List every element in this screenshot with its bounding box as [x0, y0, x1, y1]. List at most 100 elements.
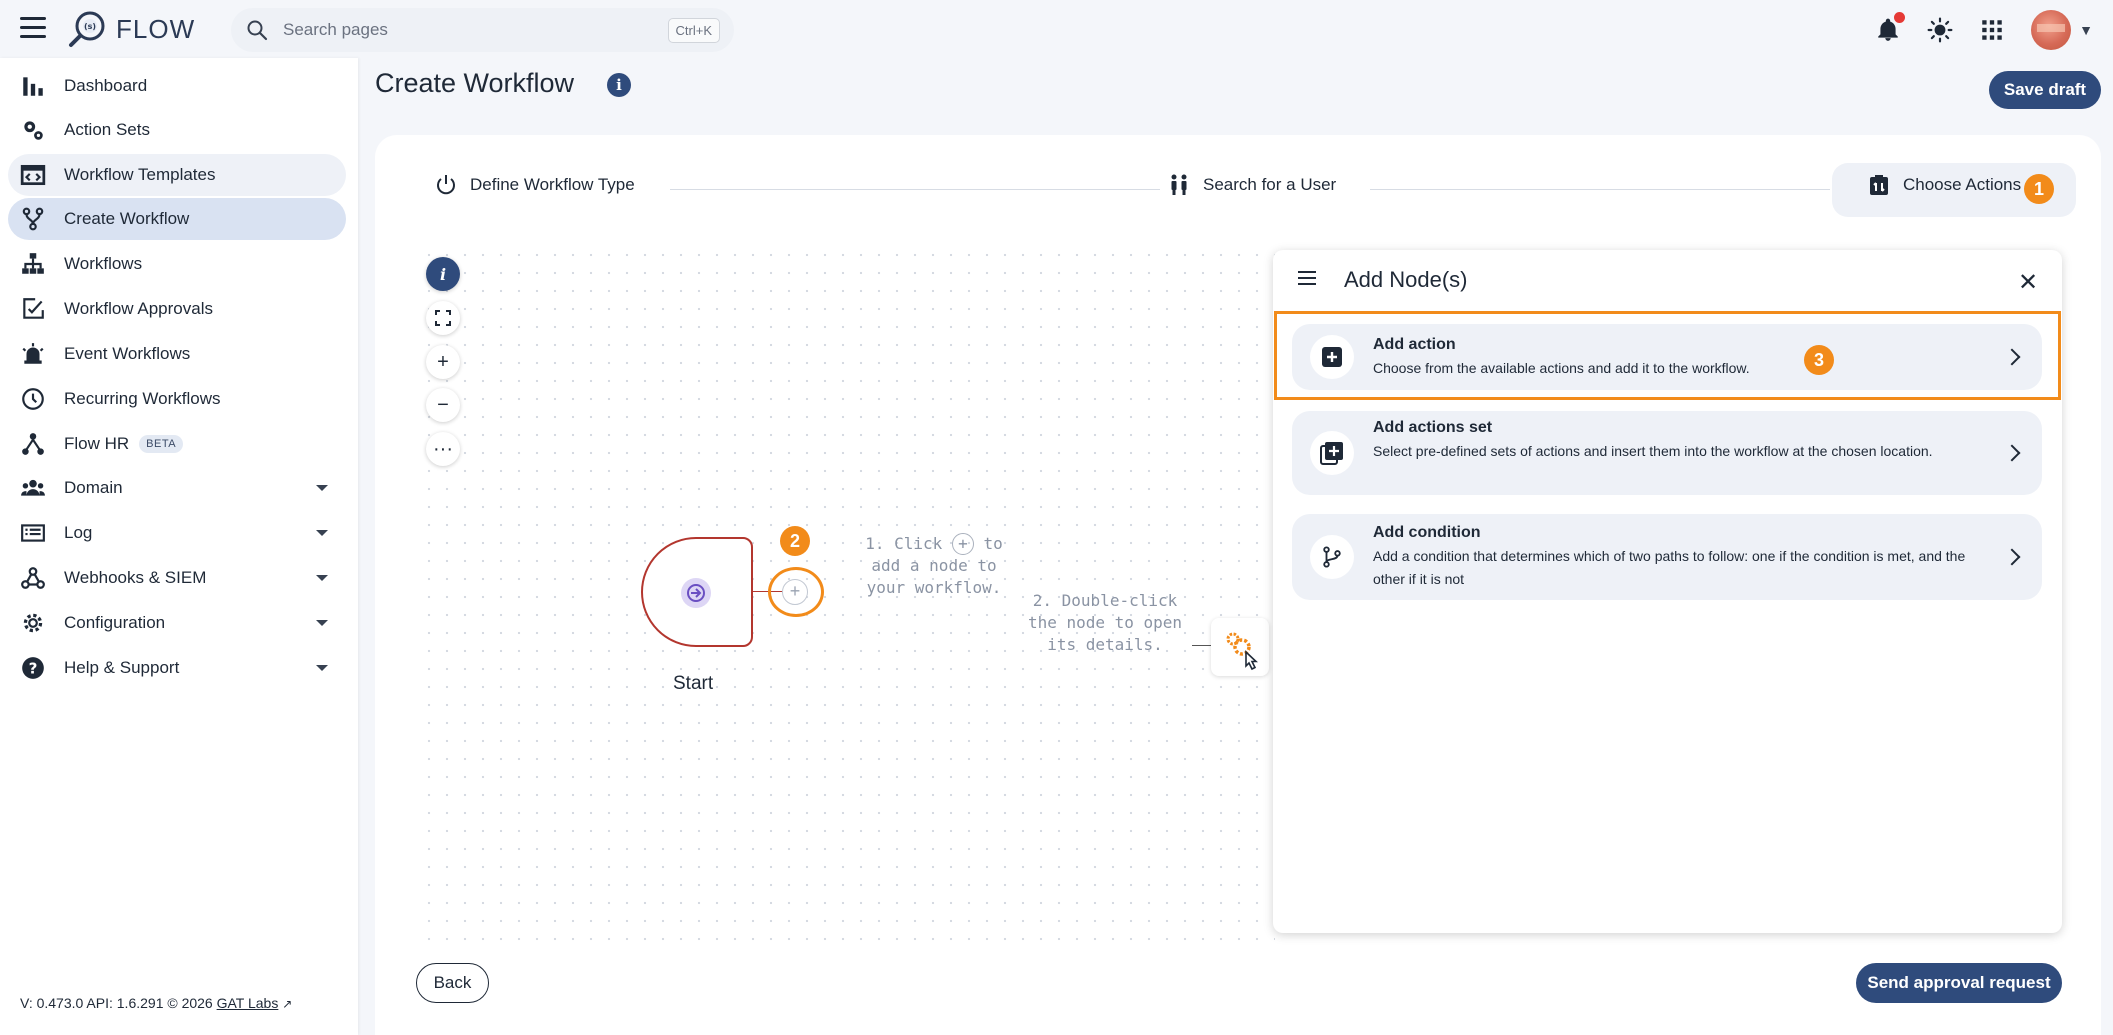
sitemap-icon	[22, 253, 44, 274]
hint-text: your workflow.	[866, 578, 1002, 597]
webhook-icon	[21, 567, 45, 589]
add-node-plus-icon[interactable]: +	[782, 579, 808, 605]
version-text: V: 0.473.0 API: 1.6.291 © 2026	[20, 995, 217, 1011]
svg-text:(s): (s)	[84, 22, 96, 31]
branch-icon	[22, 207, 44, 231]
example-action-node[interactable]	[1211, 618, 1269, 676]
top-bar: (s) FLOW Ctrl+K ▼	[0, 0, 2113, 58]
chevron-down-icon	[316, 665, 328, 671]
avatar[interactable]	[2031, 10, 2072, 50]
stepper-connector	[670, 189, 1160, 190]
sidebar-item-label: Configuration	[64, 613, 166, 632]
clock-icon	[22, 388, 44, 410]
users-icon	[21, 479, 45, 496]
hint-text: add a node to	[871, 556, 997, 575]
app-logo[interactable]: (s) FLOW	[68, 9, 195, 49]
help-icon: ?	[22, 657, 44, 679]
callout-badge-3: 3	[1804, 345, 1834, 375]
people-icon	[1171, 174, 1187, 195]
template-icon	[20, 164, 46, 186]
chevron-down-icon	[316, 485, 328, 491]
gears-icon	[24, 121, 43, 140]
hand-cursor-icon	[1245, 650, 1259, 671]
callout-highlight	[1274, 311, 2061, 400]
chevron-down-icon	[316, 575, 328, 581]
bar-chart-icon	[23, 77, 43, 96]
apps-grid-icon[interactable]	[1979, 17, 2005, 43]
sidebar: Dashboard Action Sets Workflow Templates…	[0, 58, 358, 1035]
search-bar[interactable]: Ctrl+K	[231, 8, 734, 52]
drag-handle-icon[interactable]	[1298, 271, 1316, 285]
stepper-connector	[1370, 189, 1830, 190]
sidebar-item-workflow-approvals[interactable]: Workflow Approvals	[8, 288, 346, 330]
sidebar-item-flow-hr[interactable]: Flow HR BETA	[8, 423, 346, 465]
step-define-workflow-type[interactable]: Define Workflow Type	[434, 173, 635, 197]
arrow-right-icon	[681, 578, 711, 608]
add-actions-set-option[interactable]: Add actions set Select pre-defined sets …	[1292, 411, 2042, 495]
sidebar-item-label: Action Sets	[64, 120, 150, 139]
sidebar-item-label: Workflow Approvals	[64, 299, 213, 318]
sidebar-item-label: Flow HR	[64, 434, 130, 453]
option-description: Add a condition that determines which of…	[1373, 548, 1966, 587]
sidebar-item-label: Log	[64, 523, 93, 542]
menu-icon[interactable]	[20, 17, 46, 41]
step-label: Define Workflow Type	[470, 175, 635, 194]
save-draft-button[interactable]: Save draft	[1989, 71, 2101, 109]
sidebar-item-label: Webhooks & SIEM	[64, 568, 207, 587]
callout-badge-2: 2	[780, 526, 810, 556]
hint-text: the node to open	[1027, 613, 1183, 632]
search-input[interactable]	[283, 20, 668, 40]
external-link-icon: ↗	[282, 997, 293, 1011]
sidebar-item-event-workflows[interactable]: Event Workflows	[8, 333, 346, 375]
back-button[interactable]: Back	[416, 963, 489, 1003]
sidebar-item-webhooks-siem[interactable]: Webhooks & SIEM	[8, 557, 346, 599]
step-label: Choose Actions	[1903, 175, 2022, 194]
sidebar-item-create-workflow[interactable]: Create Workflow	[8, 198, 346, 240]
send-approval-request-button[interactable]: Send approval request	[1856, 963, 2062, 1003]
sidebar-item-domain[interactable]: Domain	[8, 467, 346, 509]
hint-text: to	[983, 534, 1003, 553]
log-icon	[21, 524, 45, 542]
approval-icon	[23, 298, 44, 319]
sidebar-item-log[interactable]: Log	[8, 512, 346, 554]
sidebar-item-help-support[interactable]: ? Help & Support	[8, 647, 346, 689]
sidebar-item-configuration[interactable]: Configuration	[8, 602, 346, 644]
canvas-info-button[interactable]: i	[426, 257, 460, 291]
sidebar-item-label: Workflows	[64, 254, 143, 273]
panel-title: Add Node(s)	[1344, 267, 1468, 292]
start-node-label: Start	[673, 673, 714, 694]
hint-click-to-add: 1. Click + to add a node to your workflo…	[864, 533, 1004, 599]
chevron-right-icon	[2003, 548, 2021, 566]
gat-labs-link[interactable]: GAT Labs	[217, 995, 279, 1011]
chevron-down-icon[interactable]: ▼	[2079, 22, 2093, 38]
option-title: Add condition	[1373, 524, 1481, 541]
hint-text: 2. Double-click	[1032, 591, 1178, 610]
close-icon[interactable]: ✕	[2018, 268, 2038, 297]
sidebar-item-action-sets[interactable]: Action Sets	[8, 109, 346, 151]
svg-text:?: ?	[29, 659, 38, 677]
step-label: Search for a User	[1203, 175, 1337, 194]
zoom-in-icon[interactable]: +	[426, 345, 460, 379]
sidebar-item-workflows[interactable]: Workflows	[8, 243, 346, 285]
sidebar-item-label: Dashboard	[64, 76, 148, 95]
theme-sun-icon[interactable]	[1927, 17, 1953, 43]
plus-stack-icon	[1310, 431, 1354, 475]
sidebar-item-dashboard[interactable]: Dashboard	[8, 65, 346, 107]
sidebar-item-label: Domain	[64, 478, 123, 497]
search-shortcut: Ctrl+K	[667, 17, 720, 43]
option-title: Add actions set	[1373, 419, 1493, 436]
sidebar-item-workflow-templates[interactable]: Workflow Templates	[8, 154, 346, 196]
info-icon[interactable]: i	[607, 73, 631, 97]
zoom-out-icon[interactable]: −	[426, 388, 460, 422]
step-search-user[interactable]: Search for a User	[1167, 173, 1336, 197]
plus-circle-icon: +	[951, 533, 974, 555]
sidebar-item-label: Event Workflows	[64, 344, 191, 363]
fit-view-icon[interactable]	[426, 301, 460, 335]
search-icon	[247, 20, 268, 41]
add-condition-option[interactable]: Add condition Add a condition that deter…	[1292, 514, 2042, 600]
more-options-icon[interactable]: ···	[426, 432, 460, 466]
sidebar-item-recurring-workflows[interactable]: Recurring Workflows	[8, 378, 346, 420]
chevron-right-icon	[2003, 444, 2021, 462]
notification-bell-icon[interactable]	[1875, 12, 1906, 43]
chevron-down-icon	[316, 530, 328, 536]
